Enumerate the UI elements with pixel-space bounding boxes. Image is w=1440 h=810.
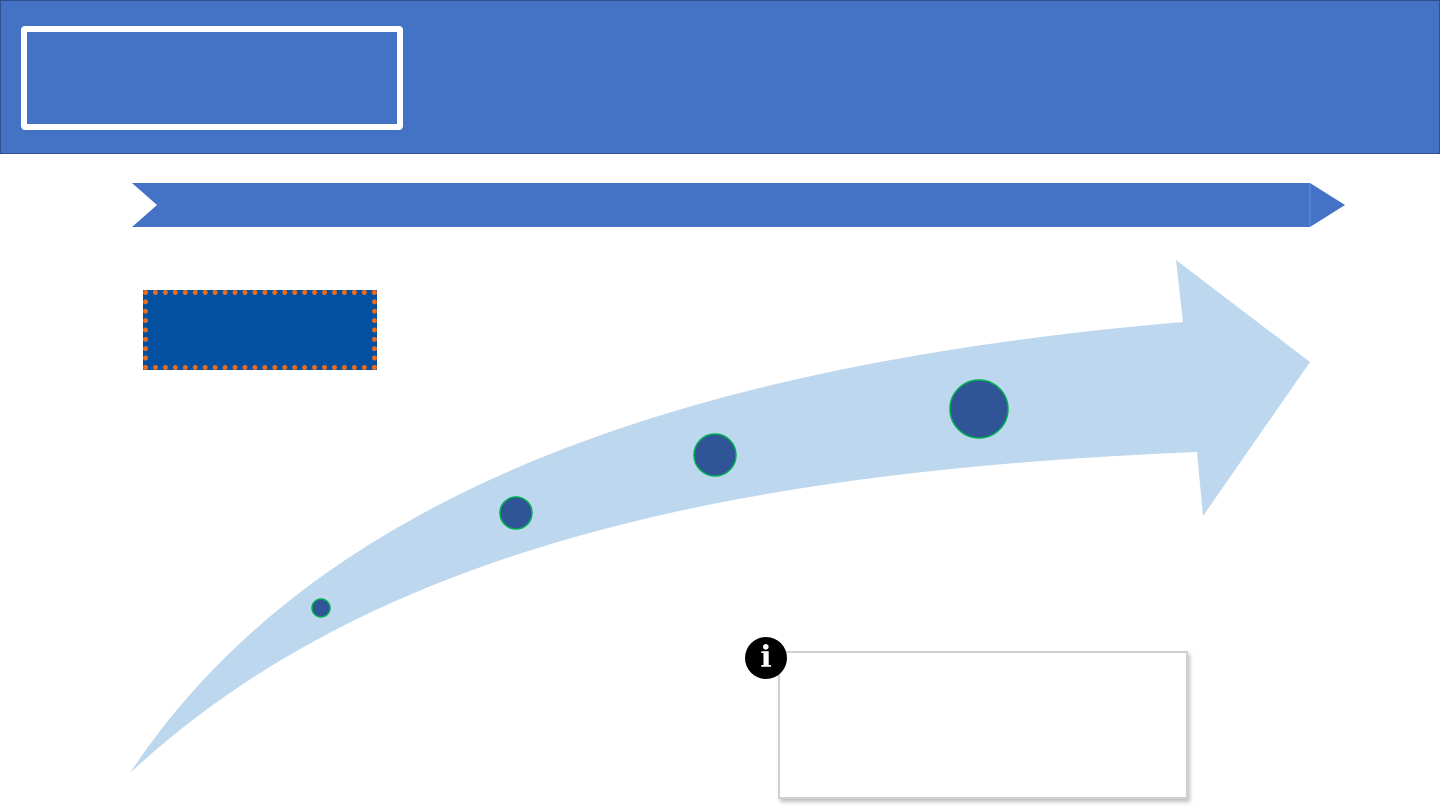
timeline-graphic [130, 183, 1345, 773]
milestone-dot-1 [311, 598, 331, 618]
milestone-dot-3 [693, 433, 737, 477]
timeline-label-box [143, 290, 377, 370]
milestone-dot-2 [499, 496, 533, 530]
timeline-bar [132, 183, 1345, 227]
milestone-dot-4 [949, 379, 1009, 439]
info-icon: i [745, 637, 787, 679]
note-box [778, 651, 1188, 799]
